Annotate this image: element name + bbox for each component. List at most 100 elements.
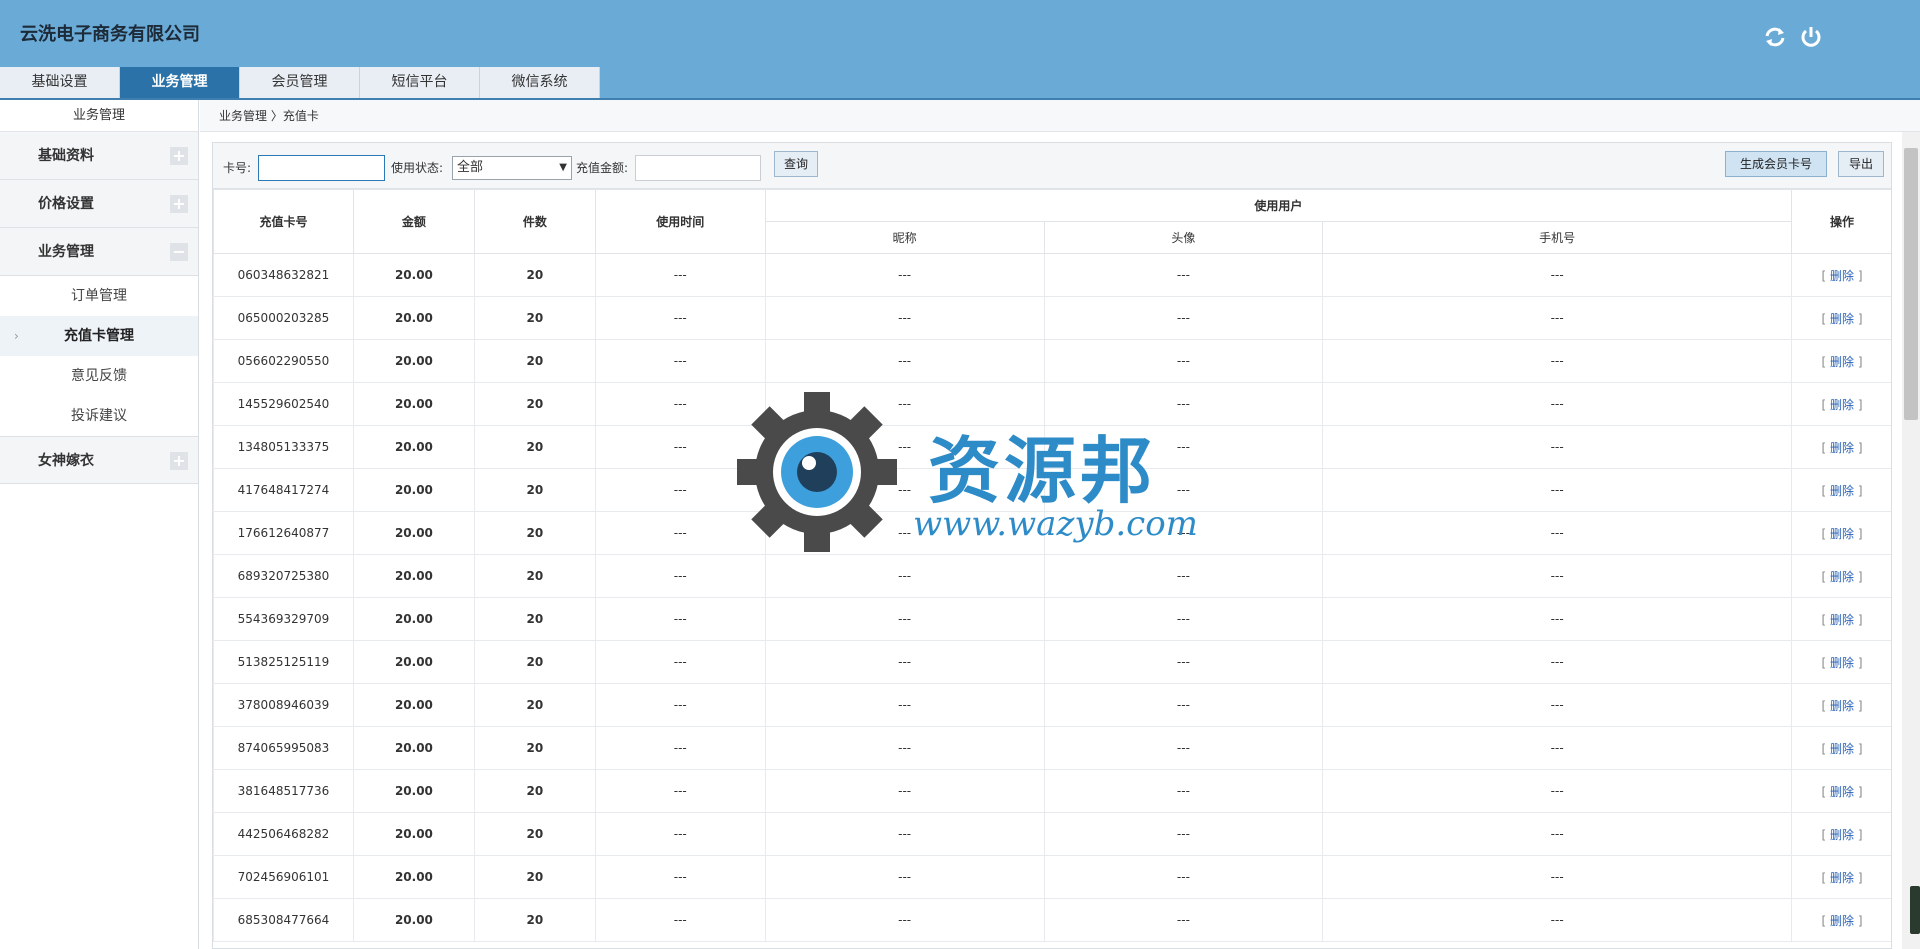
table-row: 874065995083 20.00 20 --- --- --- ---[ 删除 ] <box>213 726 1891 770</box>
corner-widget[interactable] <box>1910 886 1920 934</box>
card-number-label: 卡号: <box>223 161 252 175</box>
collapse-icon[interactable]: − <box>170 243 188 261</box>
delete-link[interactable]: 删除 <box>1830 527 1854 541</box>
cell-amount: 20.00 <box>352 769 475 813</box>
cell-phone: --- <box>1322 339 1793 383</box>
bracket: [ <box>1821 483 1830 498</box>
bracket: ] <box>1854 741 1863 756</box>
delete-link[interactable]: 删除 <box>1830 742 1854 756</box>
cell-amount: 20.00 <box>352 683 475 727</box>
cell-nickname: --- <box>764 425 1045 469</box>
status-select[interactable]: 全部 ▼ <box>452 156 572 180</box>
cell-nickname: --- <box>764 554 1045 598</box>
sidebar-item-feedback[interactable]: 意见反馈 <box>0 356 198 396</box>
cell-ops: [ 删除 ] <box>1791 253 1891 297</box>
cell-phone: --- <box>1322 382 1793 426</box>
export-button[interactable]: 导出 <box>1838 151 1884 177</box>
cell-card-no: 381648517736 <box>213 769 354 813</box>
cell-nickname: --- <box>764 382 1045 426</box>
amount-input[interactable] <box>635 155 761 181</box>
tab-basic-settings[interactable]: 基础设置 <box>0 67 120 98</box>
bracket: [ <box>1821 440 1830 455</box>
bracket: ] <box>1854 698 1863 713</box>
card-number-input[interactable] <box>258 155 385 181</box>
cell-card-no: 056602290550 <box>213 339 354 383</box>
cell-nickname: --- <box>764 769 1045 813</box>
delete-link[interactable]: 删除 <box>1830 828 1854 842</box>
company-name: 云洗电子商务有限公司 <box>20 24 200 45</box>
query-button[interactable]: 查询 <box>774 151 818 177</box>
sidebar-group-goddess[interactable]: 女神嫁衣 + <box>0 436 198 484</box>
expand-icon[interactable]: + <box>170 147 188 165</box>
sidebar-item-recharge-cards[interactable]: › 充值卡管理 <box>0 316 198 356</box>
cell-phone: --- <box>1322 296 1793 340</box>
sidebar-group-business[interactable]: 业务管理 − <box>0 228 198 276</box>
cell-qty: 20 <box>473 640 596 684</box>
cell-ops: [ 删除 ] <box>1791 425 1891 469</box>
cell-avatar: --- <box>1043 726 1324 770</box>
delete-link[interactable]: 删除 <box>1830 355 1854 369</box>
sidebar-item-orders[interactable]: 订单管理 <box>0 276 198 316</box>
delete-link[interactable]: 删除 <box>1830 699 1854 713</box>
bracket: ] <box>1854 827 1863 842</box>
cell-phone: --- <box>1322 425 1793 469</box>
cell-avatar: --- <box>1043 511 1324 555</box>
tab-wechat[interactable]: 微信系统 <box>480 67 600 98</box>
sidebar-group-price[interactable]: 价格设置 + <box>0 180 198 228</box>
table-row: 145529602540 20.00 20 --- --- --- ---[ 删除 ] <box>213 382 1891 426</box>
table-row: 554369329709 20.00 20 --- --- --- ---[ 删除 ] <box>213 597 1891 641</box>
delete-link[interactable]: 删除 <box>1830 871 1854 885</box>
cell-use-time: --- <box>594 296 766 340</box>
delete-link[interactable]: 删除 <box>1830 613 1854 627</box>
bracket: [ <box>1821 741 1830 756</box>
delete-link[interactable]: 删除 <box>1830 656 1854 670</box>
tab-sms[interactable]: 短信平台 <box>360 67 480 98</box>
cell-use-time: --- <box>594 683 766 727</box>
delete-link[interactable]: 删除 <box>1830 398 1854 412</box>
delete-link[interactable]: 删除 <box>1830 570 1854 584</box>
cell-phone: --- <box>1322 898 1793 942</box>
col-header-avatar: 头像 <box>1043 221 1324 254</box>
app-header: 云洗电子商务有限公司 基础设置 业务管理 会员管理 短信平台 微信系统 <box>0 0 1920 100</box>
bracket: ] <box>1854 526 1863 541</box>
expand-icon[interactable]: + <box>170 195 188 213</box>
delete-link[interactable]: 删除 <box>1830 484 1854 498</box>
bracket: [ <box>1821 569 1830 584</box>
cell-phone: --- <box>1322 769 1793 813</box>
generate-card-button[interactable]: 生成会员卡号 <box>1725 151 1827 177</box>
tab-members[interactable]: 会员管理 <box>240 67 360 98</box>
delete-link[interactable]: 删除 <box>1830 785 1854 799</box>
cell-ops: [ 删除 ] <box>1791 296 1891 340</box>
col-header-use-time: 使用时间 <box>594 189 766 254</box>
col-header-phone: 手机号 <box>1322 221 1793 254</box>
delete-link[interactable]: 删除 <box>1830 441 1854 455</box>
col-header-qty: 件数 <box>473 189 596 254</box>
cell-qty: 20 <box>473 855 596 899</box>
table-row: 689320725380 20.00 20 --- --- --- ---[ 删除 ] <box>213 554 1891 598</box>
sidebar-item-complaints[interactable]: 投诉建议 <box>0 396 198 436</box>
bracket: [ <box>1821 268 1830 283</box>
col-header-card-no: 充值卡号 <box>213 189 354 254</box>
sidebar-group-basic-data[interactable]: 基础资料 + <box>0 132 198 180</box>
bracket: ] <box>1854 913 1863 928</box>
cell-amount: 20.00 <box>352 726 475 770</box>
refresh-icon[interactable] <box>1762 24 1788 50</box>
delete-link[interactable]: 删除 <box>1830 914 1854 928</box>
bracket: ] <box>1854 354 1863 369</box>
cell-nickname: --- <box>764 898 1045 942</box>
cell-amount: 20.00 <box>352 855 475 899</box>
tab-business[interactable]: 业务管理 <box>120 67 240 98</box>
cell-card-no: 513825125119 <box>213 640 354 684</box>
cell-card-no: 442506468282 <box>213 812 354 856</box>
page-scrollbar-thumb[interactable] <box>1904 148 1918 420</box>
cell-card-no: 065000203285 <box>213 296 354 340</box>
delete-link[interactable]: 删除 <box>1830 312 1854 326</box>
expand-icon[interactable]: + <box>170 452 188 470</box>
table-row: 442506468282 20.00 20 --- --- --- ---[ 删除 ] <box>213 812 1891 856</box>
delete-link[interactable]: 删除 <box>1830 269 1854 283</box>
header-actions <box>1762 24 1824 50</box>
bracket: ] <box>1854 311 1863 326</box>
bracket: [ <box>1821 913 1830 928</box>
power-icon[interactable] <box>1798 24 1824 50</box>
cell-nickname: --- <box>764 339 1045 383</box>
